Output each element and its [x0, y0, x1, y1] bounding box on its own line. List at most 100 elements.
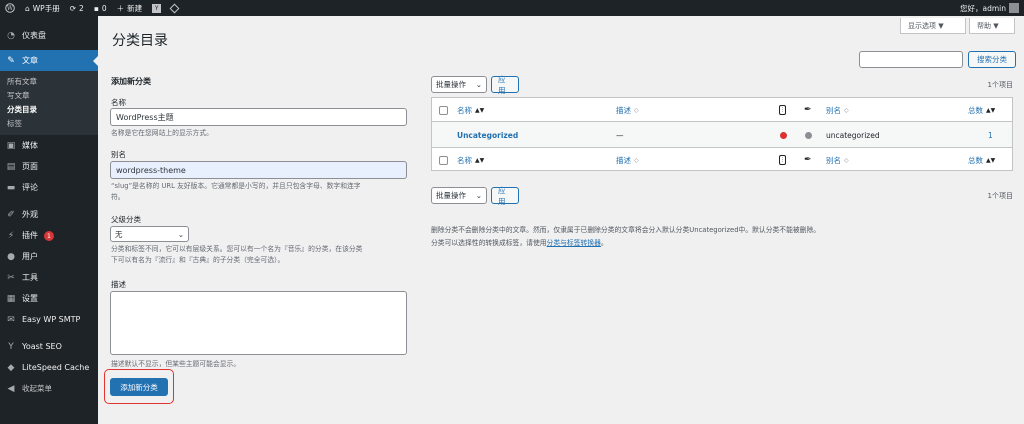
- submenu-categories[interactable]: 分类目录: [0, 103, 98, 117]
- updates-icon: ⟳: [69, 3, 77, 13]
- chevron-down-icon: ⌄: [177, 229, 184, 239]
- column-description-footer[interactable]: 描述 ◇: [616, 148, 639, 172]
- new-label: 新建: [127, 3, 143, 13]
- slug-field[interactable]: wordpress-theme: [110, 161, 407, 179]
- new-content-link[interactable]: ＋ 新建: [112, 0, 148, 16]
- submenu-tags[interactable]: 标签: [0, 117, 98, 131]
- convert-note: 分类可以选择性的转换成标签，请使用分类与标签转换器。: [431, 237, 608, 247]
- yoast-adminbar-icon[interactable]: Y: [147, 0, 166, 16]
- name-field[interactable]: WordPress主题: [110, 108, 407, 126]
- select-all-checkbox-footer[interactable]: [439, 148, 448, 172]
- screen-options-button[interactable]: 显示选项 ▼: [900, 18, 966, 34]
- column-slug-footer[interactable]: 别名 ◇: [826, 148, 849, 172]
- column-slug-header[interactable]: 别名 ◇: [826, 98, 849, 122]
- readability-column-icon: ✒: [804, 105, 812, 115]
- parent-category-select[interactable]: 无 ⌄: [110, 226, 189, 242]
- site-name: WP手册: [32, 3, 60, 13]
- submenu-new-post[interactable]: 写文章: [0, 89, 98, 103]
- column-name-footer[interactable]: 名称 ▲▼: [457, 148, 484, 172]
- delete-note: 删除分类不会删除分类中的文章。然而，仅隶属于已删除分类的文章将会分入默认分类Un…: [431, 226, 821, 234]
- add-new-category-button[interactable]: 添加新分类: [110, 378, 168, 396]
- plugins-update-badge: 1: [44, 230, 54, 241]
- admin-bar: W ⌂ WP手册 ⟳ 2 ▪ 0 ＋ 新建 Y 您好，admin: [0, 0, 1024, 16]
- brush-icon: ✐: [7, 209, 15, 220]
- home-icon: ⌂: [25, 3, 30, 13]
- name-value: WordPress主题: [116, 112, 174, 122]
- menu-label: 设置: [22, 294, 38, 303]
- menu-label: 文章: [22, 56, 38, 65]
- settings-icon: ▦: [6, 293, 16, 304]
- avatar: [1009, 3, 1019, 13]
- column-count-footer[interactable]: 总数 ▲▼: [968, 148, 995, 172]
- litespeed-adminbar-icon[interactable]: [166, 0, 183, 16]
- bulk-actions-select-bottom[interactable]: 批量操作 ⌄: [431, 187, 487, 204]
- category-name-link[interactable]: Uncategorized: [457, 122, 518, 148]
- main-content: 显示选项 ▼ 帮助 ▼ 分类目录 搜索分类 添加新分类 名称 WordPress…: [98, 16, 1024, 424]
- wrench-icon: ✂: [7, 272, 15, 283]
- menu-settings[interactable]: ▦ 设置: [0, 288, 98, 309]
- page-title: 分类目录: [112, 33, 168, 49]
- search-categories-button[interactable]: 搜索分类: [968, 51, 1016, 68]
- bulk-actions-select-top[interactable]: 批量操作 ⌄: [431, 76, 487, 93]
- menu-comments[interactable]: ▬ 评论: [0, 177, 98, 198]
- column-description-header[interactable]: 描述 ◇: [616, 98, 639, 122]
- menu-label: 收起菜单: [22, 384, 52, 393]
- slug-help-line2: 符。: [111, 193, 125, 201]
- wordpress-logo-icon[interactable]: W: [0, 0, 20, 16]
- svg-text:W: W: [7, 5, 14, 12]
- pin-icon: ✎: [7, 55, 15, 66]
- categories-table: 名称 ▲▼ 描述 ◇ ⋮ ✒ 别名 ◇ 总数 ▲▼ Uncategorized — un…: [431, 97, 1013, 171]
- plugin-icon: ⚡: [7, 230, 15, 241]
- menu-litespeed-cache[interactable]: ◆ LiteSpeed Cache: [0, 357, 98, 378]
- select-all-checkbox[interactable]: [439, 98, 448, 122]
- add-category-heading: 添加新分类: [111, 77, 151, 86]
- convert-note-suffix: 。: [600, 239, 608, 247]
- sort-icon: ▲▼: [475, 106, 485, 114]
- convert-note-prefix: 分类可以选择性的转换成标签，请使用: [431, 239, 547, 247]
- updates-link[interactable]: ⟳ 2: [65, 0, 89, 16]
- comments-link[interactable]: ▪ 0: [89, 0, 112, 16]
- name-help: 名称是它在您网站上的显示方式。: [111, 129, 213, 137]
- column-label: 描述: [616, 105, 631, 115]
- menu-appearance[interactable]: ✐ 外观: [0, 204, 98, 225]
- sort-icon: ▲▼: [475, 156, 485, 164]
- menu-pages[interactable]: ▤ 页面: [0, 156, 98, 177]
- apply-button-bottom[interactable]: 应用: [491, 186, 519, 206]
- yoast-icon: Y: [8, 341, 14, 352]
- apply-button-top[interactable]: 应用: [491, 75, 519, 95]
- menu-tools[interactable]: ✂ 工具: [0, 267, 98, 288]
- menu-plugins[interactable]: ⚡ 插件 1: [0, 225, 98, 246]
- menu-posts[interactable]: ✎ 文章: [0, 50, 98, 71]
- menu-yoast-seo[interactable]: Y Yoast SEO: [0, 336, 98, 357]
- menu-label: 外观: [22, 210, 38, 219]
- column-count-header[interactable]: 总数 ▲▼: [968, 98, 995, 122]
- menu-dashboard[interactable]: ◔ 仪表盘: [0, 25, 98, 46]
- help-button[interactable]: 帮助 ▼: [969, 18, 1015, 34]
- menu-collapse[interactable]: ◀ 收起菜单: [0, 378, 98, 399]
- site-name-link[interactable]: ⌂ WP手册: [20, 0, 65, 16]
- menu-label: 媒体: [22, 141, 38, 150]
- menu-media[interactable]: ▣ 媒体: [0, 135, 98, 156]
- seo-status-dot: [780, 122, 787, 148]
- menu-users[interactable]: ● 用户: [0, 246, 98, 267]
- menu-label: 评论: [22, 183, 38, 192]
- category-slug: uncategorized: [826, 130, 880, 140]
- category-count: 1: [988, 130, 993, 140]
- my-account-link[interactable]: 您好，admin: [955, 0, 1024, 16]
- description-textarea[interactable]: [110, 291, 407, 355]
- search-input[interactable]: [859, 51, 963, 68]
- category-count-link[interactable]: 1: [988, 122, 993, 148]
- menu-easy-wp-smtp[interactable]: ✉ Easy WP SMTP: [0, 309, 98, 330]
- parent-help-line1: 分类和标签不同，它可以有层级关系。您可以有一个名为『音乐』的分类，在该分类: [111, 245, 363, 253]
- table-header: 名称 ▲▼ 描述 ◇ ⋮ ✒ 别名 ◇ 总数 ▲▼: [432, 98, 1012, 122]
- bulk-actions-label: 批量操作: [436, 191, 466, 200]
- posts-submenu: 所有文章 写文章 分类目录 标签: [0, 71, 98, 135]
- category-tag-converter-link[interactable]: 分类与标签转换器: [547, 239, 601, 247]
- table-row: Uncategorized — uncategorized 1: [432, 122, 1012, 148]
- column-name-header[interactable]: 名称 ▲▼: [457, 98, 484, 122]
- slug-help-line1: “slug”是名称的 URL 友好版本。它通常都是小写的，并且只包含字母、数字和…: [111, 182, 361, 190]
- menu-label: LiteSpeed Cache: [22, 363, 90, 372]
- parent-label: 父级分类: [111, 215, 141, 224]
- submenu-all-posts[interactable]: 所有文章: [0, 75, 98, 89]
- parent-value: 无: [115, 229, 123, 239]
